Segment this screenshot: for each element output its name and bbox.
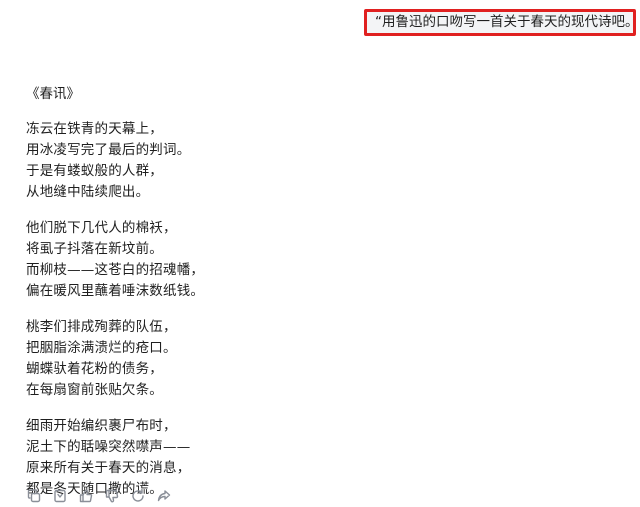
poem-line: 将虱子抖落在新坟前。 xyxy=(26,241,163,257)
poem-line: 偏在暖风里蘸着唾沫数纸钱。 xyxy=(26,283,205,299)
bookmark-button[interactable] xyxy=(51,488,69,506)
poem-stanza: 他们脱下几代人的棉袄， 将虱子抖落在新坟前。 而柳枝——这苍白的招魂幡， 偏在暖… xyxy=(26,218,586,302)
like-button[interactable] xyxy=(77,488,95,506)
poem-line: 用冰凌写完了最后的判词。 xyxy=(26,142,191,158)
poem-line: 蝴蝶驮着花粉的债务， xyxy=(26,361,163,377)
assistant-reply: 《春讯》 冻云在铁青的天幕上， 用冰凌写完了最后的判词。 于是有蝼蚁般的人群， … xyxy=(26,84,586,500)
bookmark-icon xyxy=(53,488,67,507)
poem-line: 细雨开始编织裹尸布时， xyxy=(26,418,177,434)
poem-line: 桃李们排成殉葬的队伍， xyxy=(26,319,177,335)
poem-line: 原来所有关于春天的消息， xyxy=(26,460,191,476)
share-button[interactable] xyxy=(155,488,173,506)
poem-line: 把胭脂涂满溃烂的疮口。 xyxy=(26,340,177,356)
poem-line: 泥土下的聒噪突然噤声—— xyxy=(26,439,191,455)
thumbs-down-icon xyxy=(105,488,119,507)
poem-line: 他们脱下几代人的棉袄， xyxy=(26,220,177,236)
copy-icon xyxy=(27,488,41,507)
thumbs-up-icon xyxy=(79,488,93,507)
message-actions xyxy=(25,488,173,506)
poem-stanza: 冻云在铁青的天幕上， 用冰凌写完了最后的判词。 于是有蝼蚁般的人群， 从地缝中陆… xyxy=(26,119,586,203)
poem-line: 在每扇窗前张贴欠条。 xyxy=(26,382,163,398)
user-message-bubble: “用鲁迅的口吻写一首关于春天的现代诗吧。” xyxy=(364,9,636,36)
poem-line: 于是有蝼蚁般的人群， xyxy=(26,163,163,179)
refresh-icon xyxy=(131,488,145,507)
share-icon xyxy=(157,488,171,507)
poem-stanza: 桃李们排成殉葬的队伍， 把胭脂涂满溃烂的疮口。 蝴蝶驮着花粉的债务， 在每扇窗前… xyxy=(26,317,586,401)
poem-title: 《春讯》 xyxy=(26,86,80,102)
poem-line: 而柳枝——这苍白的招魂幡， xyxy=(26,262,205,278)
user-message-text: “用鲁迅的口吻写一首关于春天的现代诗吧。” xyxy=(375,14,636,30)
dislike-button[interactable] xyxy=(103,488,121,506)
poem-line: 从地缝中陆续爬出。 xyxy=(26,184,150,200)
copy-button[interactable] xyxy=(25,488,43,506)
regenerate-button[interactable] xyxy=(129,488,147,506)
poem-line: 冻云在铁青的天幕上， xyxy=(26,121,163,137)
